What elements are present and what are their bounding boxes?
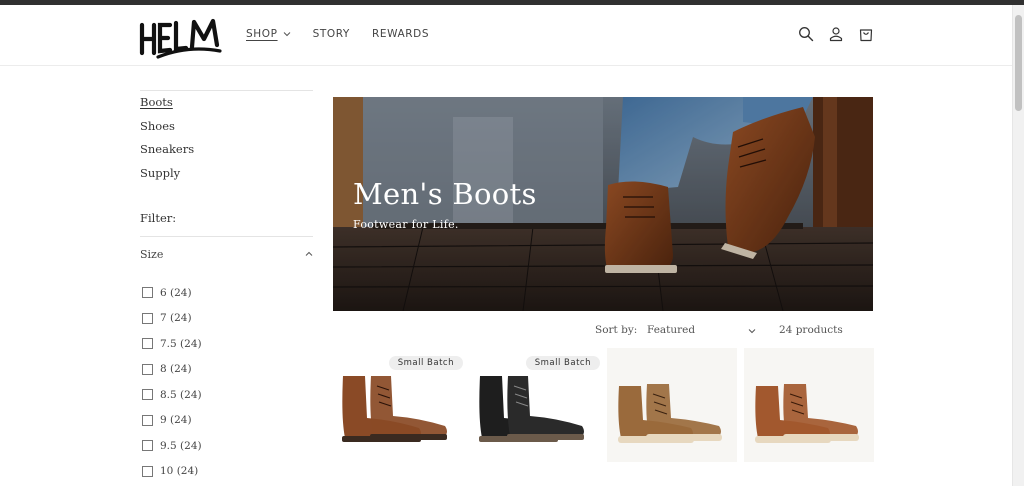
search-icon[interactable] (798, 26, 814, 42)
product-badge: Small Batch (525, 356, 600, 370)
size-option-label: 10 (24) (160, 465, 199, 478)
size-option-label: 9.5 (24) (160, 439, 202, 452)
size-filter-toggle[interactable]: Size (140, 245, 313, 263)
nav-story[interactable]: STORY (313, 28, 350, 40)
size-option[interactable]: 6 (24) (142, 280, 202, 306)
size-option[interactable]: 8 (24) (142, 357, 202, 383)
checkbox[interactable] (142, 287, 153, 299)
size-option-label: 6 (24) (160, 286, 192, 299)
size-option[interactable]: 10 (24) (142, 459, 202, 485)
helm-logo[interactable] (138, 13, 222, 59)
category-shoes[interactable]: Shoes (140, 119, 194, 143)
page-scrollbar[interactable] (1012, 5, 1024, 486)
product-image (755, 384, 859, 443)
collection-title: Men's Boots (353, 177, 537, 211)
sort-select[interactable]: Featured (647, 324, 757, 336)
checkbox[interactable] (142, 389, 153, 401)
divider (140, 236, 313, 237)
category-list: Boots Shoes Sneakers Supply (140, 95, 194, 189)
product-badge: Small Batch (388, 356, 463, 370)
header-icons (798, 26, 874, 42)
size-option[interactable]: 7 (24) (142, 306, 202, 332)
checkbox[interactable] (142, 440, 153, 452)
size-option[interactable]: 9.5 (24) (142, 433, 202, 459)
product-image (618, 384, 722, 443)
size-option-label: 7.5 (24) (160, 337, 202, 350)
checkbox[interactable] (142, 465, 153, 477)
category-supply[interactable]: Supply (140, 166, 194, 190)
collection-hero: Men's Boots Footwear for Life. (333, 97, 873, 311)
product-card[interactable] (607, 348, 737, 462)
checkbox[interactable] (142, 312, 153, 324)
size-option-label: 9 (24) (160, 414, 192, 427)
size-option-label: 8.5 (24) (160, 388, 202, 401)
checkbox[interactable] (142, 414, 153, 426)
nav-story-label: STORY (312, 28, 350, 40)
checkbox[interactable] (142, 338, 153, 350)
nav-shop-label: SHOP (246, 28, 278, 40)
size-options: 6 (24) 7 (24) 7.5 (24) 8 (24) 8.5 (24) 9… (142, 280, 202, 484)
collection-subtitle: Footwear for Life. (353, 218, 459, 231)
nav-shop[interactable]: SHOP (246, 28, 291, 40)
nav-rewards[interactable]: REWARDS (372, 28, 429, 40)
cart-icon[interactable] (858, 26, 874, 42)
divider (140, 90, 313, 91)
chevron-down-icon (283, 32, 290, 37)
chevron-up-icon (305, 251, 313, 256)
scrollbar-thumb[interactable] (1015, 15, 1022, 111)
nav-rewards-label: REWARDS (371, 28, 430, 40)
site-header: SHOP STORY REWARDS (0, 5, 1012, 66)
size-option[interactable]: 7.5 (24) (142, 331, 202, 357)
size-option-label: 8 (24) (160, 363, 192, 376)
product-count: 24 products (779, 324, 843, 336)
sort-bar: Sort by: Featured 24 products (595, 322, 855, 338)
main-nav: SHOP STORY REWARDS (246, 28, 429, 40)
sort-label: Sort by: (595, 324, 638, 336)
size-option[interactable]: 9 (24) (142, 408, 202, 434)
filter-heading: Filter: (140, 211, 177, 225)
product-card[interactable] (744, 348, 874, 462)
product-grid: Small Batch Small Batch (333, 348, 874, 468)
chevron-down-icon[interactable] (748, 327, 756, 335)
product-card[interactable]: Small Batch (333, 348, 463, 462)
product-card[interactable]: Small Batch (470, 348, 600, 462)
size-option[interactable]: 8.5 (24) (142, 382, 202, 408)
category-sneakers[interactable]: Sneakers (140, 142, 194, 166)
account-icon[interactable] (828, 26, 844, 42)
checkbox[interactable] (142, 363, 153, 375)
category-boots[interactable]: Boots (140, 95, 194, 119)
size-option-label: 7 (24) (160, 312, 192, 325)
size-filter-label: Size (140, 247, 164, 261)
